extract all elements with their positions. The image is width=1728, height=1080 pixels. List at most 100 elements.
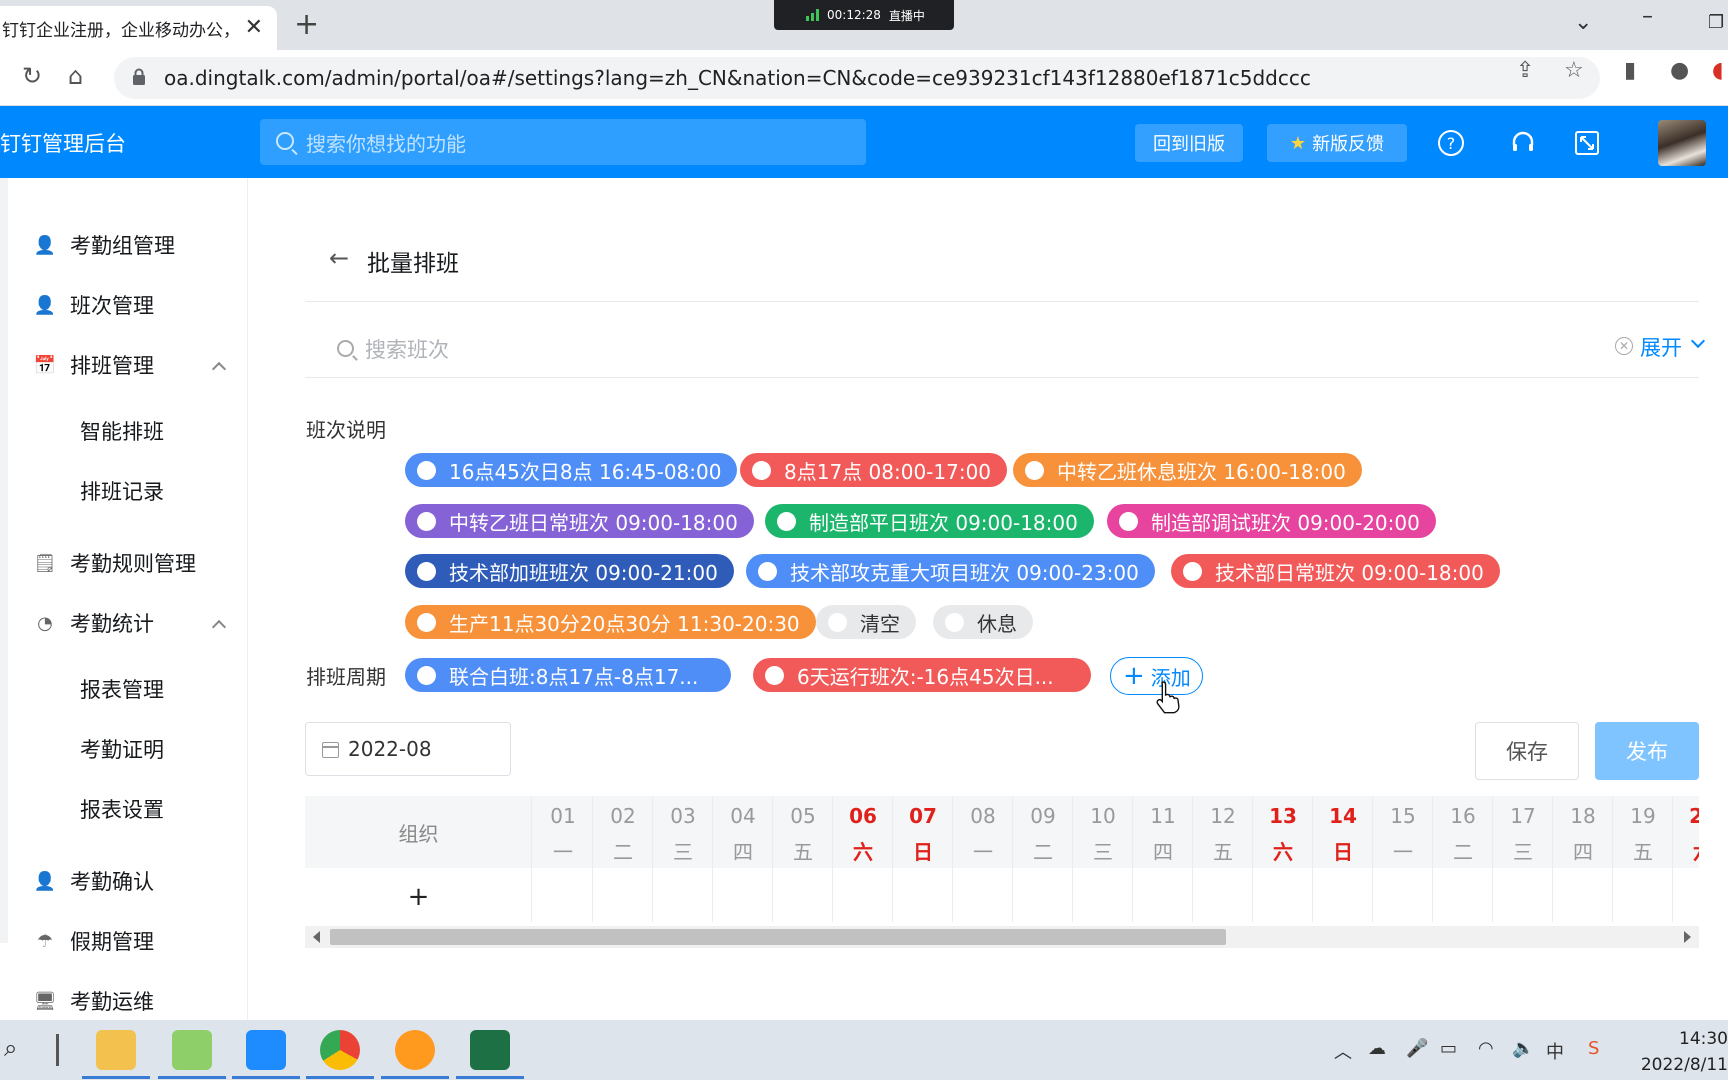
update-icon[interactable]: ◖ <box>1712 58 1724 83</box>
url-bar[interactable]: oa.dingtalk.com/admin/portal/oa#/setting… <box>114 57 1600 99</box>
sidebar-item-rules[interactable]: 🗒 考勤规则管理 <box>34 548 196 578</box>
clear-pill[interactable]: 清空 <box>816 605 916 639</box>
save-button[interactable]: 保存 <box>1475 722 1579 780</box>
day-column[interactable]: 18 四 <box>1553 796 1613 922</box>
browser-tab[interactable]: 钉钉企业注册，企业移动办公，企 ✕ <box>0 6 277 50</box>
day-column[interactable]: 13 六 <box>1253 796 1313 922</box>
sidebar-item-scheduling[interactable]: 📅 排班管理 <box>34 350 154 380</box>
feedback-label: 新版反馈 <box>1312 134 1385 155</box>
sidebar-subitem-proof[interactable]: 考勤证明 <box>80 734 164 764</box>
shift-pill[interactable]: 8点17点 08:00-17:00 <box>740 453 1008 487</box>
bookmark-star-icon[interactable]: ☆ <box>1564 58 1584 83</box>
sidebar-item-statistics[interactable]: ◔ 考勤统计 <box>34 608 154 638</box>
chrome-icon[interactable] <box>320 1030 360 1070</box>
shift-pill[interactable]: 制造部调试班次 09:00-20:00 <box>1107 504 1436 538</box>
shift-pill[interactable]: 中转乙班休息班次 16:00-18:00 <box>1013 453 1362 487</box>
taskbar-clock[interactable]: 14:30 2022/8/11 <box>1628 1026 1728 1078</box>
shift-pill[interactable]: 制造部平日班次 09:00-18:00 <box>765 504 1094 538</box>
shift-pill[interactable]: 技术部加班班次 09:00-21:00 <box>405 554 734 588</box>
close-tab-icon[interactable]: ✕ <box>245 15 263 40</box>
day-column[interactable]: 07 日 <box>893 796 953 922</box>
day-column[interactable]: 12 五 <box>1193 796 1253 922</box>
sidebar-item-leave[interactable]: ☂ 假期管理 <box>34 926 154 956</box>
add-org-button[interactable]: + <box>305 882 532 912</box>
tab-search-chevron-icon[interactable]: ⌄ <box>1574 10 1592 35</box>
chevron-up-icon[interactable] <box>211 361 227 377</box>
day-column[interactable]: 09 二 <box>1013 796 1073 922</box>
chevron-down-icon[interactable] <box>1690 333 1706 349</box>
feedback-button[interactable]: ★ 新版反馈 <box>1267 124 1407 162</box>
horizontal-scrollbar[interactable] <box>305 926 1699 948</box>
sidebar-subitem-smart-schedule[interactable]: 智能排班 <box>80 416 164 446</box>
shift-pill[interactable]: 技术部攻克重大项目班次 09:00-23:00 <box>746 554 1155 588</box>
sidebar-subitem-report-settings[interactable]: 报表设置 <box>80 794 164 824</box>
sidebar-subitem-reports[interactable]: 报表管理 <box>80 674 164 704</box>
cloud-icon[interactable]: ☁ <box>1368 1038 1386 1059</box>
shift-pill[interactable]: 生产11点30分20点30分 11:30-20:30 <box>405 605 816 639</box>
volume-icon[interactable]: 🔈 <box>1512 1038 1534 1059</box>
excel-icon[interactable] <box>470 1030 510 1070</box>
minimize-icon[interactable]: – <box>1642 4 1653 29</box>
cycle-pill[interactable]: 联合白班:8点17点-8点17... <box>405 658 731 692</box>
day-column[interactable]: 17 三 <box>1493 796 1553 922</box>
sogou-input-icon[interactable]: S <box>1588 1038 1599 1059</box>
avatar[interactable] <box>1658 120 1706 166</box>
microphone-icon[interactable]: 🎤 <box>1406 1038 1428 1059</box>
month-picker[interactable]: 2022-08 <box>305 722 511 776</box>
shift-pill[interactable]: 技术部日常班次 09:00-18:00 <box>1171 554 1500 588</box>
clear-icon[interactable]: ✕ <box>1615 337 1633 355</box>
day-column[interactable]: 06 六 <box>833 796 893 922</box>
wifi-icon[interactable]: ◠ <box>1478 1038 1494 1059</box>
sidebar-subitem-schedule-record[interactable]: 排班记录 <box>80 476 164 506</box>
day-column[interactable]: 11 四 <box>1133 796 1193 922</box>
search-icon[interactable]: ⌕ <box>4 1034 17 1062</box>
battery-icon[interactable]: ▭ <box>1440 1038 1457 1059</box>
scroll-right-icon[interactable] <box>1684 931 1691 943</box>
back-arrow-icon[interactable]: ← <box>329 244 349 272</box>
ime-indicator[interactable]: 中 <box>1546 1038 1564 1064</box>
dingtalk-icon[interactable] <box>246 1030 286 1070</box>
day-column[interactable]: 10 三 <box>1073 796 1133 922</box>
file-explorer-icon[interactable] <box>96 1030 136 1070</box>
new-tab-icon[interactable]: + <box>294 7 319 42</box>
day-column[interactable]: 03 三 <box>653 796 713 922</box>
cycle-pill[interactable]: 6天运行班次:-16点45次日... <box>753 658 1091 692</box>
publish-button[interactable]: 发布 <box>1595 722 1699 780</box>
day-column[interactable]: 08 一 <box>953 796 1013 922</box>
day-column[interactable]: 05 五 <box>773 796 833 922</box>
scrollbar-thumb[interactable] <box>330 929 1226 945</box>
day-column[interactable]: 04 四 <box>713 796 773 922</box>
sidebar-toggle-icon[interactable]: ▮ <box>1624 58 1636 83</box>
day-column[interactable]: 14 日 <box>1313 796 1373 922</box>
help-icon[interactable]: ? <box>1436 128 1466 158</box>
home-icon[interactable]: ⌂ <box>68 62 83 90</box>
scroll-left-icon[interactable] <box>313 931 320 943</box>
global-search-input[interactable]: 搜索你想找的功能 <box>260 119 866 165</box>
expand-toggle[interactable]: 展开 <box>1640 332 1682 362</box>
sidebar-item-shift[interactable]: 👤 班次管理 <box>34 290 154 320</box>
shift-search-bar[interactable]: 搜索班次 ✕ 展开 <box>305 318 1706 378</box>
shift-pill[interactable]: 中转乙班日常班次 09:00-18:00 <box>405 504 754 538</box>
sidebar-item-attendance-group[interactable]: 👤 考勤组管理 <box>34 230 175 260</box>
share-icon[interactable]: ⇪ <box>1516 58 1534 83</box>
notepad-app-icon[interactable] <box>172 1030 212 1070</box>
recorder-app-icon[interactable] <box>395 1030 435 1070</box>
sidebar-item-confirm[interactable]: 👤 考勤确认 <box>34 866 154 896</box>
day-column[interactable]: 16 二 <box>1433 796 1493 922</box>
chevron-up-icon[interactable] <box>211 619 227 635</box>
reload-icon[interactable]: ↻ <box>22 62 42 90</box>
fullscreen-icon[interactable] <box>1572 128 1602 158</box>
restore-icon[interactable]: ❐ <box>1708 12 1724 33</box>
day-column[interactable]: 19 五 <box>1613 796 1673 922</box>
tray-chevron-icon[interactable]: ︿ <box>1334 1038 1352 1064</box>
back-to-old-button[interactable]: 回到旧版 <box>1135 124 1243 162</box>
profile-icon[interactable]: ● <box>1670 58 1689 83</box>
headset-icon[interactable] <box>1508 128 1538 158</box>
day-column[interactable]: 15 一 <box>1373 796 1433 922</box>
rest-pill[interactable]: 休息 <box>933 605 1033 639</box>
shift-pill[interactable]: 16点45次日8点 16:45-08:00 <box>405 453 738 487</box>
day-column[interactable]: 01 一 <box>533 796 593 922</box>
sidebar-item-ops[interactable]: 🖥 考勤运维 <box>34 986 154 1016</box>
day-column[interactable]: 20 六 <box>1673 796 1699 922</box>
day-column[interactable]: 02 二 <box>593 796 653 922</box>
